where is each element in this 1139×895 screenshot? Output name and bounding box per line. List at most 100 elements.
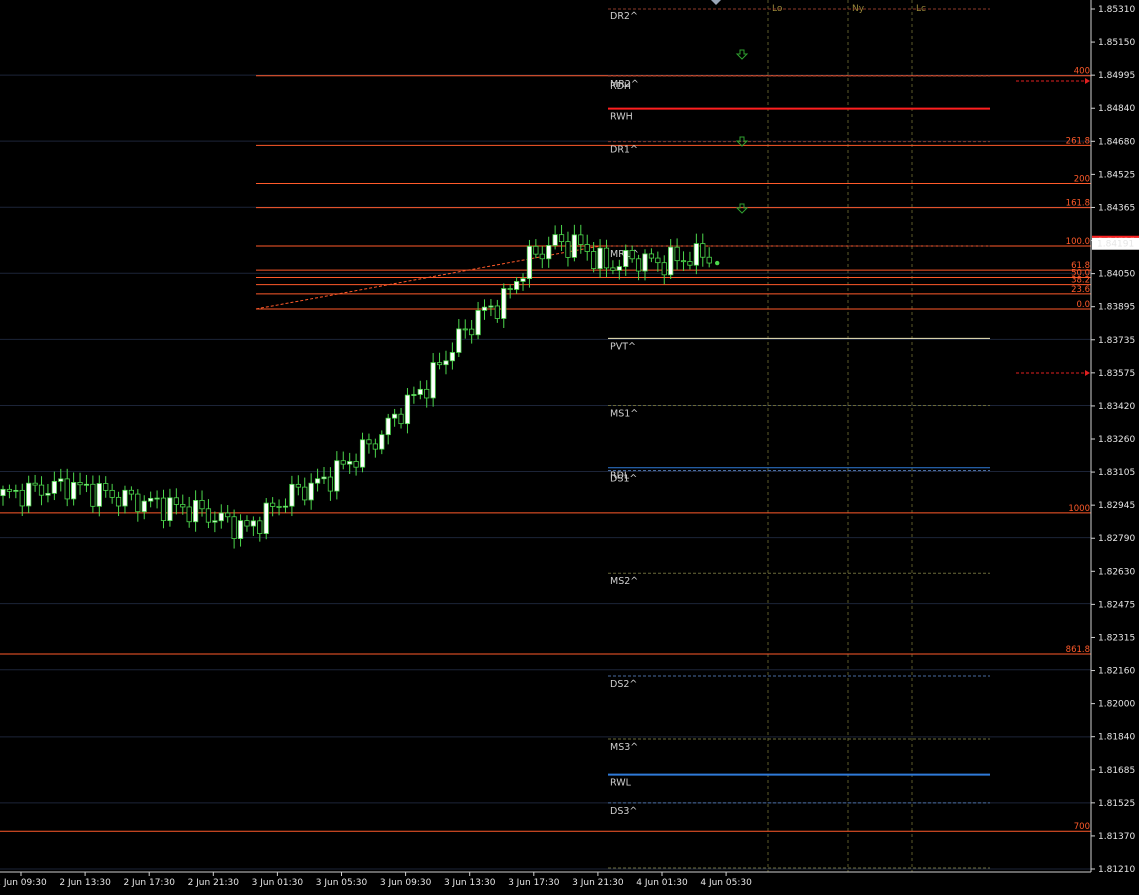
fib-label: 23.6 [1071, 285, 1090, 295]
time-tick-label: 3 Jun 17:30 [508, 878, 560, 888]
candle-body [263, 502, 269, 534]
candle-body [64, 478, 70, 500]
pivot-label: DS1^ [610, 473, 637, 484]
candle-body [90, 483, 96, 507]
candle-body [237, 520, 244, 539]
candle-body [289, 483, 295, 507]
candle-body [520, 278, 526, 282]
candle-body [449, 352, 456, 362]
candle-body [154, 497, 160, 500]
time-tick-label: 3 Jun 09:30 [380, 878, 432, 888]
time-tick-label: 4 Jun 01:30 [636, 878, 688, 888]
candle-body [19, 489, 25, 507]
pivot-label: DR1^ [610, 145, 638, 156]
candle-body [392, 413, 398, 419]
candle-body [115, 496, 122, 507]
time-tick-label: 2 Jun 17:30 [123, 878, 175, 888]
candle-body [539, 253, 545, 260]
price-tick-label: 1.84050 [1098, 270, 1135, 280]
candle-body [507, 288, 513, 290]
candle-body [128, 489, 134, 495]
candle-body [212, 520, 218, 523]
fib-label: 1000 [1068, 504, 1090, 514]
pivot-label: DR2^ [610, 11, 638, 22]
candle-body [225, 512, 231, 518]
candle-body [353, 461, 359, 468]
candle-body [706, 256, 712, 264]
price-tick-label: 1.82000 [1098, 700, 1135, 710]
candle-body [430, 362, 436, 399]
fib-label: 400 [1074, 67, 1090, 77]
candle-body [96, 483, 102, 507]
candle-body [610, 267, 616, 271]
candle-body [623, 250, 629, 268]
candle-body [122, 489, 128, 507]
candle-body [674, 246, 680, 262]
candle-body [167, 497, 173, 521]
fib-label: 261.8 [1066, 136, 1090, 146]
candle-body [347, 461, 353, 465]
time-tick-label: 3 Jun 05:30 [316, 878, 368, 888]
candle-body [141, 500, 147, 513]
candle-body [661, 262, 667, 276]
candle-body [629, 250, 635, 260]
candle-body [514, 281, 520, 290]
pivot-label: RWL [610, 778, 632, 789]
time-tick-label: 2 Jun 21:30 [188, 878, 240, 888]
price-tick-label: 1.81210 [1098, 865, 1135, 875]
price-tick-label: 1.84365 [1098, 203, 1135, 213]
candle-body [103, 483, 109, 491]
candle-body [173, 497, 179, 505]
candle-body [693, 243, 699, 266]
candle-body [192, 500, 199, 523]
price-tick-label: 1.84525 [1098, 170, 1135, 180]
candle-body [327, 476, 334, 492]
candle-body [372, 443, 378, 450]
pivot-label: MS1^ [610, 408, 638, 419]
price-tick-label: 1.84840 [1098, 104, 1135, 114]
candle-body [26, 482, 32, 507]
fib-label: 0.0 [1076, 300, 1090, 310]
candle-body [276, 506, 282, 508]
candle-body [436, 362, 443, 366]
candle-body [668, 246, 674, 276]
candle-body [45, 492, 51, 496]
candle-body [38, 484, 45, 496]
pivot-label: DS2^ [610, 679, 637, 690]
price-tick-label: 1.85310 [1098, 5, 1135, 15]
price-tick-label: 1.81370 [1098, 832, 1135, 842]
candle-body [398, 413, 404, 425]
price-tick-label: 1.83260 [1098, 435, 1135, 445]
candle-body [250, 520, 256, 527]
candle-body [635, 258, 642, 272]
candle-body [591, 251, 597, 269]
candle-body [494, 305, 500, 319]
candle-body [148, 497, 154, 502]
pivot-label: MS2^ [610, 576, 638, 587]
candle-body [257, 520, 263, 534]
candle-body [199, 500, 205, 510]
candle-body [58, 478, 64, 482]
candle-body [578, 234, 584, 245]
candle-body [552, 234, 558, 246]
candle-body [308, 482, 314, 501]
price-tick-label: 1.81840 [1098, 733, 1135, 743]
candle-body [282, 505, 289, 508]
candle-body [244, 520, 250, 527]
time-tick-label: 4 Jun 05:30 [700, 878, 752, 888]
price-tick-label: 1.81685 [1098, 766, 1135, 776]
candle-body [546, 245, 552, 260]
current-price-label: 1.84191 [1097, 240, 1134, 250]
fib-label: 700 [1074, 822, 1090, 832]
price-chart[interactable]: Lo Ny Lc 400261.8200161.8100.061.850.038.2… [0, 0, 1139, 895]
chart-background [0, 0, 1139, 895]
candle-body [270, 502, 276, 507]
candle-body [379, 434, 385, 450]
candle-body [321, 476, 327, 480]
price-tick-label: 1.83575 [1098, 369, 1135, 379]
current-bar-marker [715, 260, 720, 266]
candle-body [648, 253, 655, 259]
candle-body [481, 306, 488, 311]
pivot-label: PVT^ [610, 341, 636, 352]
candle-body [13, 489, 19, 492]
